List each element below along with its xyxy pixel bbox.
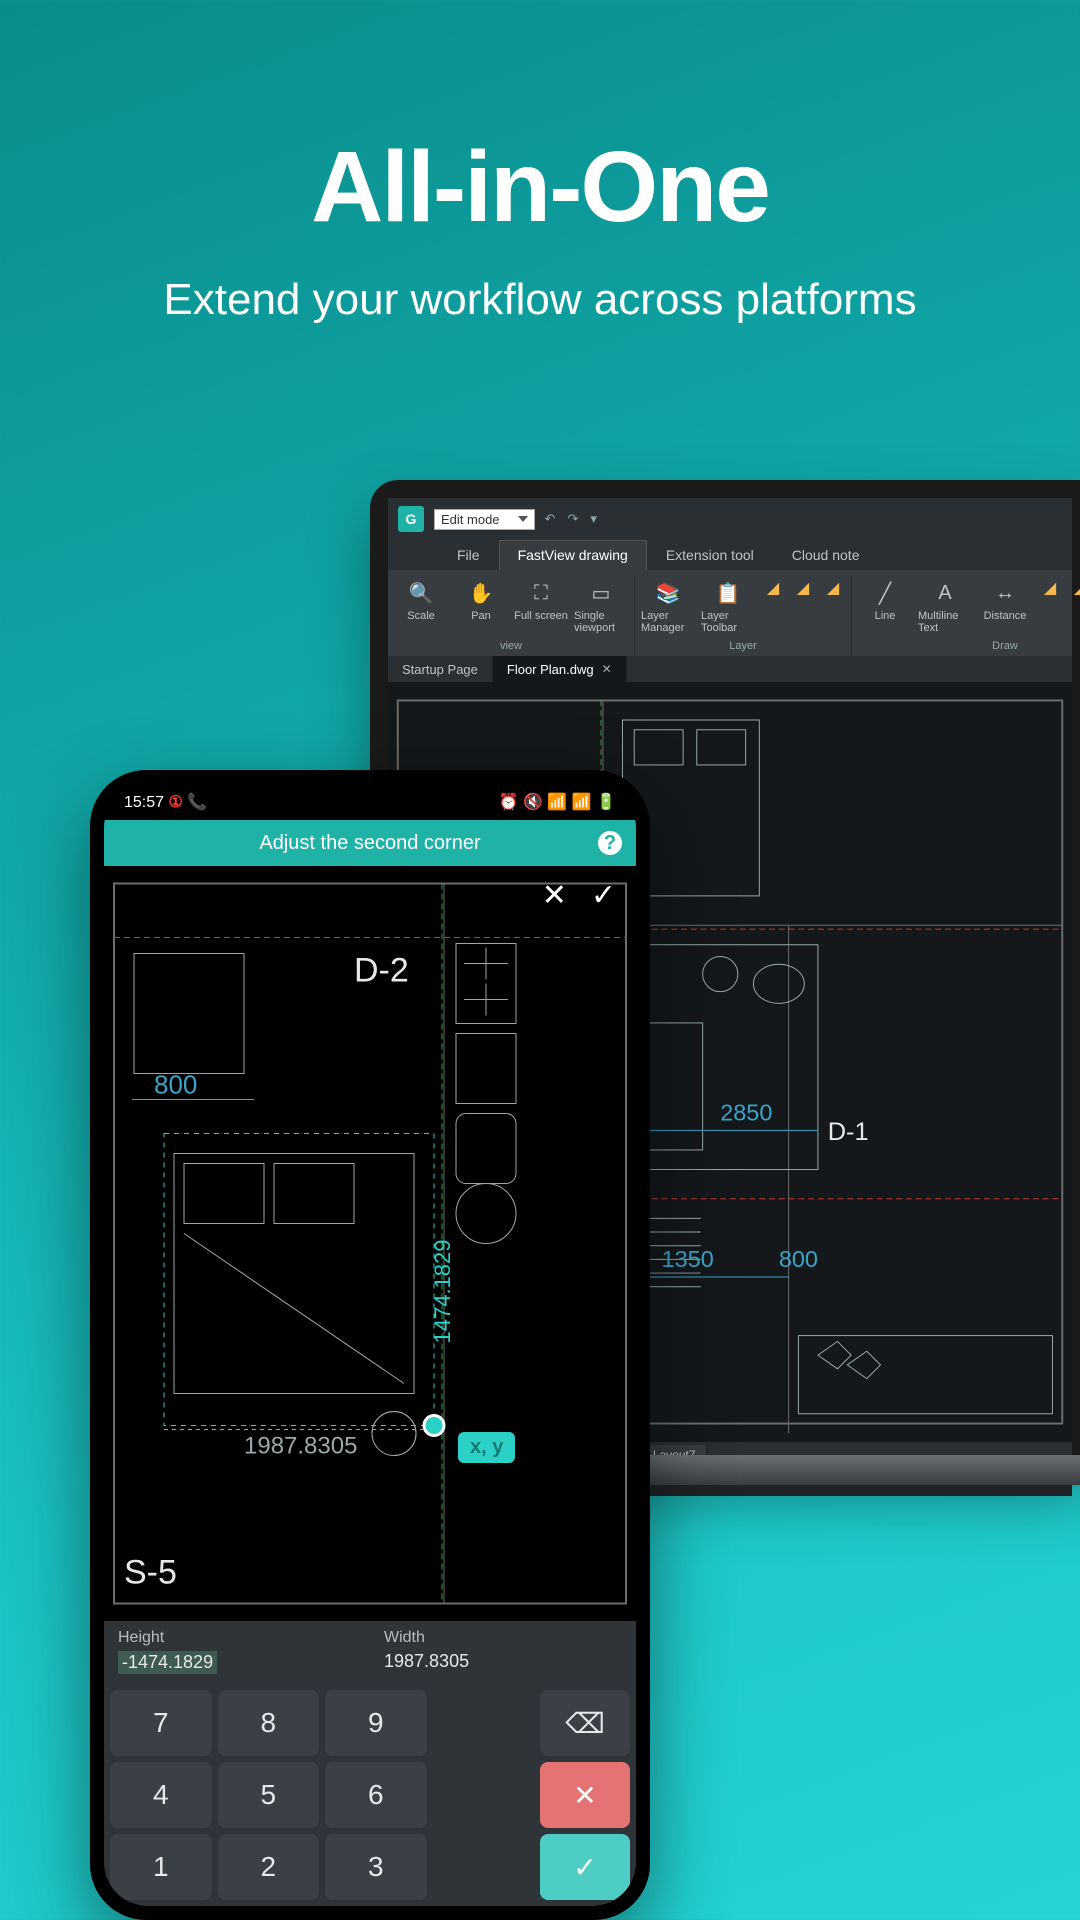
width-value: 1987.8305 xyxy=(384,1651,622,1672)
ribbon-small-icon[interactable]: ◢ xyxy=(789,576,817,600)
distance-icon: ↔ xyxy=(992,580,1018,606)
backspace-key[interactable]: ⌫ xyxy=(540,1690,630,1756)
qat-more-icon[interactable]: ▾ xyxy=(590,511,597,527)
mtext-icon: A xyxy=(932,580,958,606)
mode-label: Edit mode xyxy=(441,512,500,527)
chevron-down-icon xyxy=(518,516,528,522)
key-2[interactable]: 2 xyxy=(218,1834,320,1900)
height-label: Height xyxy=(118,1629,356,1647)
svg-text:D-2: D-2 xyxy=(354,952,409,990)
svg-text:1350: 1350 xyxy=(662,1246,714,1272)
phone-statusbar: 15:57 ① 📞 ⏰ 🔇 📶 📶 🔋 xyxy=(104,784,636,820)
menu-file[interactable]: File xyxy=(438,540,499,570)
tab-active-label: Floor Plan.dwg xyxy=(507,662,594,677)
app-logo-icon: G xyxy=(398,506,424,532)
close-icon[interactable]: ✕ xyxy=(602,662,612,676)
ribbon-small-icon[interactable]: ◢ xyxy=(1036,576,1064,600)
ribbon-small-icon[interactable]: ◢ xyxy=(819,576,847,600)
ribbon-layer-toolbar[interactable]: 📋Layer Toolbar xyxy=(699,576,757,638)
key-9[interactable]: 9 xyxy=(325,1690,427,1756)
key-6[interactable]: 6 xyxy=(325,1762,427,1828)
confirm-icon[interactable]: ✓ xyxy=(591,878,616,913)
line-icon: ╱ xyxy=(872,580,898,606)
key-7[interactable]: 7 xyxy=(110,1690,212,1756)
key-5[interactable]: 5 xyxy=(218,1762,320,1828)
dim-2850: 2850 xyxy=(720,1100,772,1126)
ribbon-group-draw: Draw xyxy=(992,638,1018,654)
ribbon-full-screen[interactable]: ⛶Full screen xyxy=(512,576,570,638)
phone-frame: 15:57 ① 📞 ⏰ 🔇 📶 📶 🔋 Adjust the second co… xyxy=(90,770,650,1920)
ribbon-line[interactable]: ╱Line xyxy=(856,576,914,638)
status-notif: ① 📞 xyxy=(169,794,208,811)
layer-manager-icon: 📚 xyxy=(655,580,681,606)
tab-startup-page[interactable]: Startup Page xyxy=(388,656,493,682)
single-viewport-icon: ▭ xyxy=(588,580,614,606)
undo-icon[interactable]: ↶ xyxy=(545,511,556,527)
status-time: 15:57 xyxy=(124,794,164,811)
confirm-key[interactable]: ✓ xyxy=(540,1834,630,1900)
prompt-bar: Adjust the second corner ? xyxy=(104,820,636,866)
mode-dropdown[interactable]: Edit mode xyxy=(434,509,535,530)
tab-floor-plan[interactable]: Floor Plan.dwg ✕ xyxy=(493,656,627,682)
ribbon-distance[interactable]: ↔Distance xyxy=(976,576,1034,638)
menu-extension-tool[interactable]: Extension tool xyxy=(647,540,773,570)
pan-icon: ✋ xyxy=(468,580,494,606)
layer-toolbar-icon: 📋 xyxy=(715,580,741,606)
key-8[interactable]: 8 xyxy=(218,1690,320,1756)
svg-text:1987.8305: 1987.8305 xyxy=(244,1433,357,1460)
full-screen-icon: ⛶ xyxy=(528,580,554,606)
width-label: Width xyxy=(384,1629,622,1647)
menu-cloud-note[interactable]: Cloud note xyxy=(773,540,879,570)
cancel-icon[interactable]: ✕ xyxy=(542,878,567,913)
ribbon-group-view: view xyxy=(500,638,522,654)
key-4[interactable]: 4 xyxy=(110,1762,212,1828)
prompt-text: Adjust the second corner xyxy=(259,832,480,855)
tab-startup-label: Startup Page xyxy=(402,662,478,677)
svg-text:800: 800 xyxy=(779,1246,818,1272)
ribbon-single-viewport[interactable]: ▭Single viewport xyxy=(572,576,630,638)
redo-icon[interactable]: ↷ xyxy=(567,511,578,527)
ribbon-small-icon[interactable]: ◢ xyxy=(759,576,787,600)
ribbon-pan[interactable]: ✋Pan xyxy=(452,576,510,638)
cancel-key[interactable]: ✕ xyxy=(540,1762,630,1828)
scale-icon: 🔍 xyxy=(408,580,434,606)
width-field[interactable]: Width 1987.8305 xyxy=(370,1621,636,1684)
svg-text:S-5: S-5 xyxy=(124,1554,177,1592)
hero-subtitle: Extend your workflow across platforms xyxy=(0,275,1080,325)
key-1[interactable]: 1 xyxy=(110,1834,212,1900)
status-icons: ⏰ 🔇 📶 📶 🔋 xyxy=(499,792,616,812)
ribbon-group-layer: Layer xyxy=(729,638,757,654)
key-3[interactable]: 3 xyxy=(325,1834,427,1900)
ribbon-mtext[interactable]: AMultiline Text xyxy=(916,576,974,638)
height-field[interactable]: Height -1474.1829 xyxy=(104,1621,370,1684)
ribbon-small-icon[interactable]: ◢ xyxy=(1066,576,1080,600)
height-value: -1474.1829 xyxy=(118,1651,217,1674)
hero-title: All-in-One xyxy=(0,130,1080,245)
xy-badge[interactable]: x, y xyxy=(458,1432,515,1463)
ribbon-scale[interactable]: 🔍Scale xyxy=(392,576,450,638)
mobile-canvas[interactable]: ✕ ✓ xyxy=(104,866,636,1621)
help-icon[interactable]: ? xyxy=(598,831,622,855)
svg-text:D-1: D-1 xyxy=(828,1118,869,1146)
svg-text:1474.1829: 1474.1829 xyxy=(430,1240,455,1344)
ribbon-layer-manager[interactable]: 📚Layer Manager xyxy=(639,576,697,638)
menu-fastview-drawing[interactable]: FastView drawing xyxy=(499,540,647,570)
svg-text:800: 800 xyxy=(154,1070,197,1100)
